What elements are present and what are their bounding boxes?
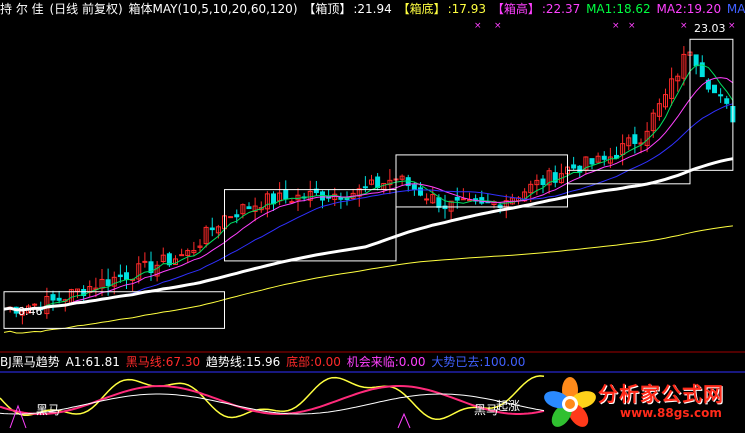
- ma60-line: [3, 157, 734, 312]
- candle-body: [166, 253, 172, 266]
- cross-marker: ×: [628, 21, 636, 31]
- candle-body: [289, 201, 295, 204]
- flower-logo-icon: [544, 377, 596, 427]
- candle-body: [712, 84, 717, 94]
- rise-value: 大势已去:100.00: [431, 355, 526, 369]
- candle-body: [601, 155, 607, 160]
- candle-body: [209, 227, 215, 231]
- watermark-logo: 分析家公式网 www.88gs.com: [540, 374, 745, 433]
- logo-title: 分析家公式网: [598, 382, 724, 406]
- candle-body: [693, 54, 699, 67]
- price-high-label: 23.03: [694, 22, 726, 35]
- candle-body: [228, 216, 234, 219]
- candle-body: [436, 197, 442, 208]
- candle-body: [724, 98, 730, 104]
- candlestick-chart[interactable]: × × × × × ×: [0, 0, 745, 354]
- candle-body: [375, 176, 381, 188]
- candle-body: [411, 184, 417, 190]
- cross-marker: ×: [612, 21, 620, 31]
- candle-body: [283, 189, 289, 200]
- candle-body: [246, 206, 252, 210]
- candle-body: [454, 196, 460, 201]
- candle-body: [234, 214, 240, 218]
- ma10-line: [3, 77, 734, 311]
- a1-value: A1:61.81: [65, 355, 120, 369]
- candle-body: [50, 294, 56, 301]
- heima-value: 黑马线:67.30: [125, 355, 201, 369]
- candle-body: [589, 158, 595, 165]
- price-low-label: 8.46: [18, 305, 43, 318]
- chance-value: 机会来临:0.00: [346, 355, 426, 369]
- signal-marker: [397, 412, 411, 429]
- ma20-line: [3, 103, 734, 311]
- candle-body: [56, 297, 62, 301]
- sub-chart-header: BJ黑马趋势 A1:61.81 黑马线:67.30 趋势线:15.96 底部:0…: [0, 354, 745, 370]
- trend-line: [0, 393, 545, 415]
- sub-indicator-name: BJ黑马趋势: [0, 355, 60, 369]
- candle-body: [718, 94, 724, 97]
- candle-body: [105, 279, 111, 286]
- candle-body: [179, 254, 185, 257]
- candle-body: [142, 260, 148, 263]
- heima-signal-right: 黑马: [474, 403, 499, 417]
- candle-body: [117, 274, 123, 278]
- logo-url: www.88gs.com: [620, 406, 722, 420]
- candle-body: [418, 187, 423, 196]
- bottom-value: 底部:0.00: [286, 355, 341, 369]
- trend-value: 趋势线:15.96: [205, 355, 281, 369]
- rise-signal: 起涨: [496, 399, 521, 413]
- candle-body: [124, 272, 129, 280]
- candle-body: [571, 164, 577, 169]
- candle-body: [460, 198, 466, 201]
- cross-marker: ×: [474, 21, 482, 31]
- ma120-line: [3, 225, 733, 334]
- candle-body: [632, 134, 638, 144]
- cross-marker: ×: [494, 21, 502, 31]
- cross-marker: ×: [728, 21, 736, 31]
- candle-body: [271, 193, 276, 205]
- candle-body: [362, 186, 368, 189]
- cross-marker: ×: [680, 21, 688, 31]
- candle-body: [424, 198, 430, 201]
- heima-signal-left: 黑马: [36, 403, 61, 417]
- candle-body: [540, 178, 546, 186]
